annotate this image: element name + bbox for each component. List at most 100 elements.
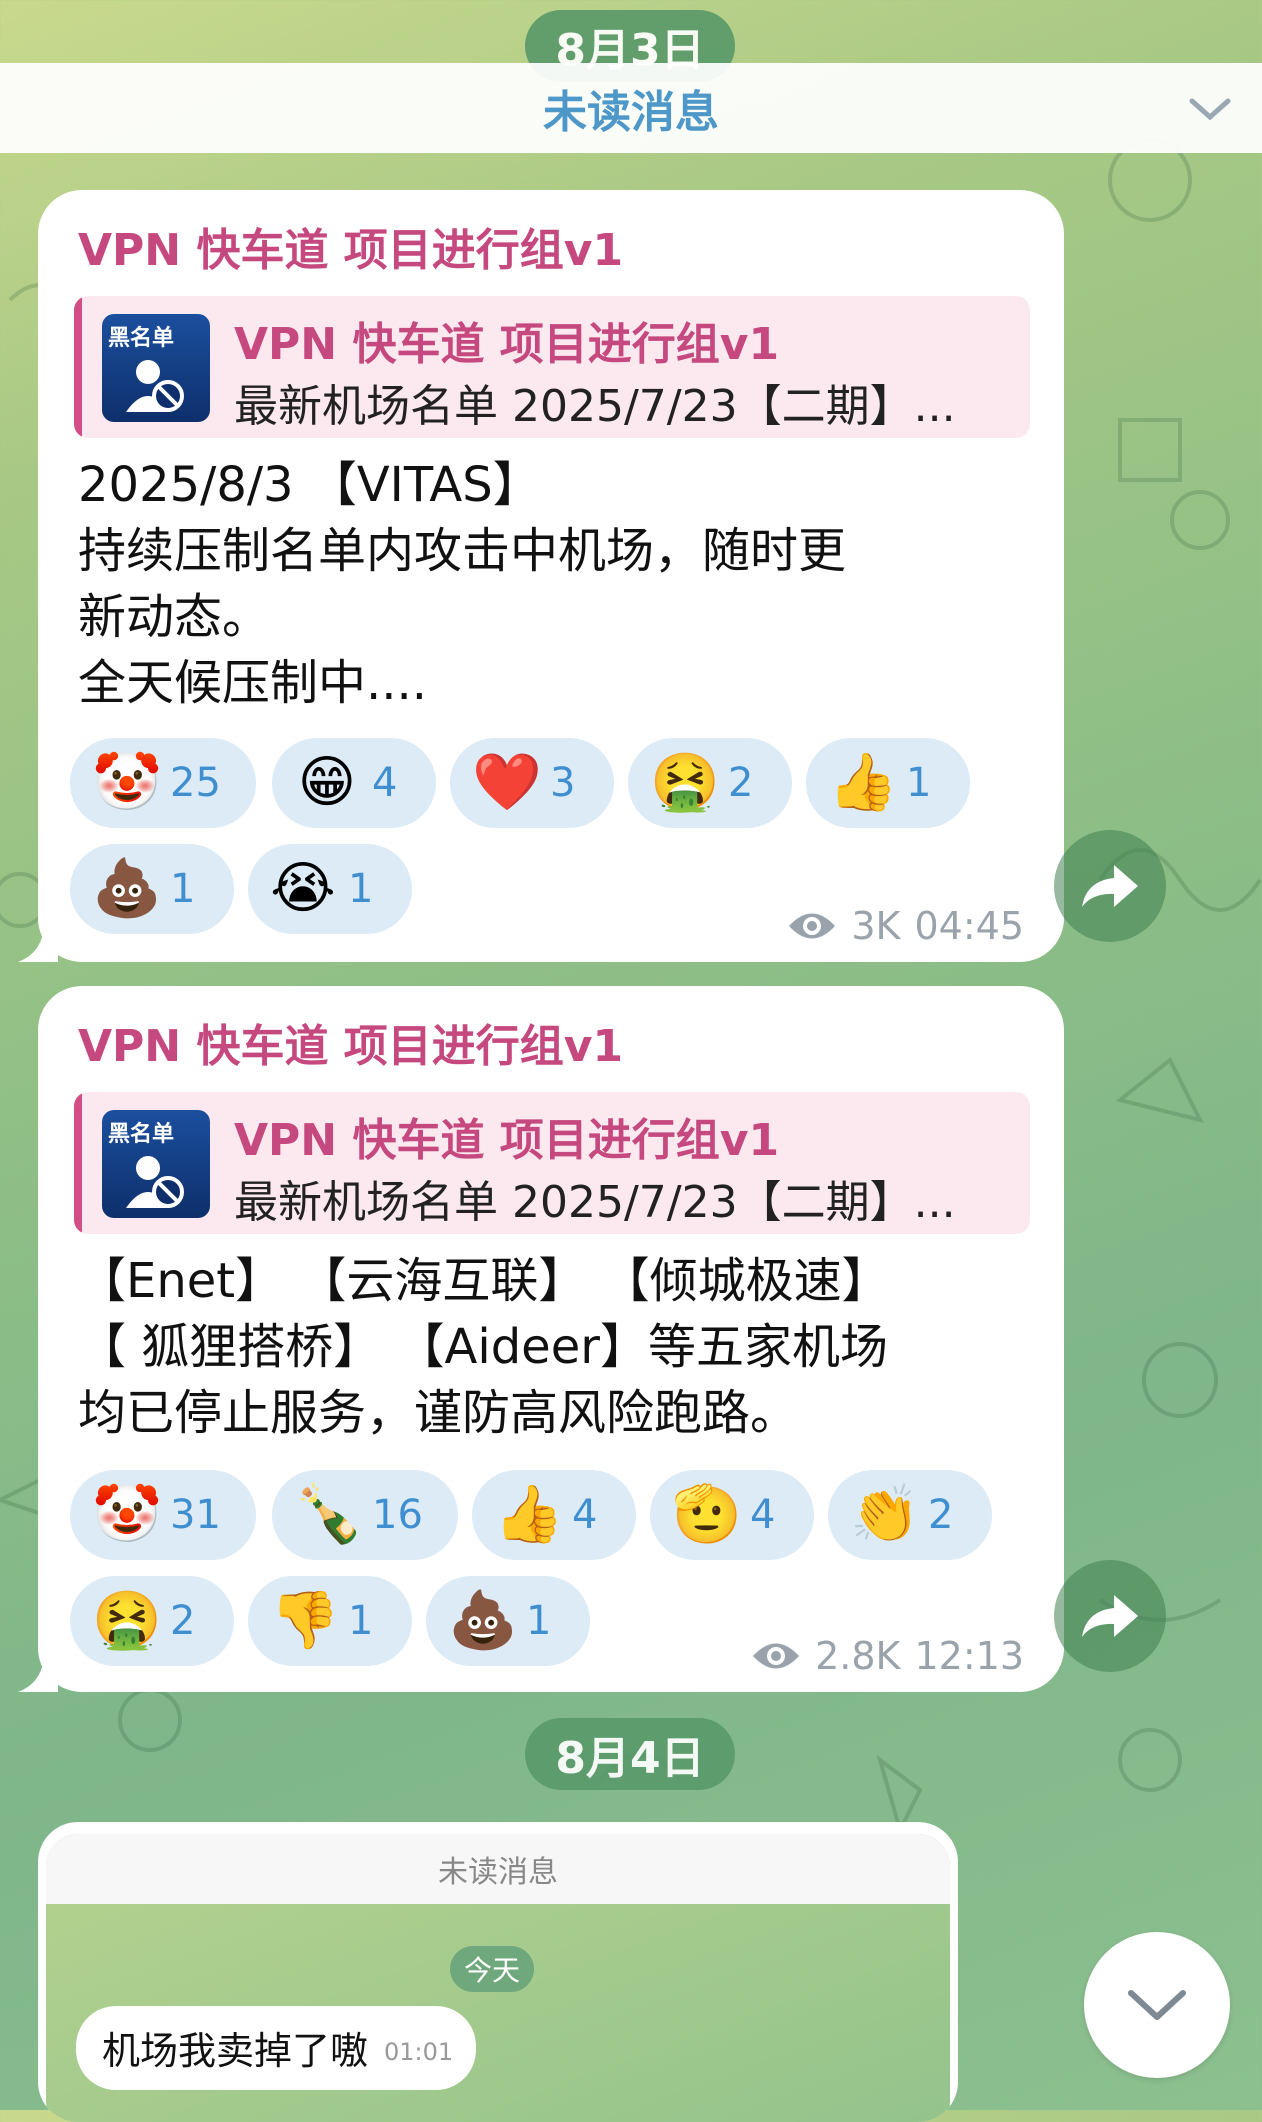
bubble-tail [18, 922, 58, 962]
reaction-chip[interactable]: 🤡 25 [70, 738, 256, 828]
date-label: 8月4日 [555, 1733, 705, 1784]
quote-thumbnail: 黑名单 [102, 314, 210, 422]
message-time: 04:45 [914, 904, 1024, 948]
date-separator: 8月4日 [525, 1718, 735, 1790]
reaction-chip[interactable]: 👎 1 [248, 1576, 412, 1666]
reaction-count: 4 [372, 760, 398, 806]
quote-sender: VPN 快车道 项目进行组v1 [234, 1115, 780, 1166]
text-line: 【Enet】 【云海互联】 【倾城极速】 [78, 1253, 890, 1309]
vomit-emoji-icon: 🤮 [650, 750, 720, 815]
text-line: 2025/8/3 【VITAS】 [78, 457, 541, 513]
quote-bar [74, 1092, 82, 1234]
reaction-count: 1 [906, 760, 932, 806]
text-line: 持续压制名单内攻击中机场，随时更 [78, 523, 847, 579]
eye-icon [789, 913, 836, 939]
reaction-count: 4 [750, 1492, 776, 1538]
reply-quote[interactable]: 黑名单 VPN 快车道 项目进行组v1 最新机场名单 2025/7/23【二期】… [74, 1092, 1030, 1234]
clown-emoji-icon: 🤡 [92, 750, 162, 815]
chevron-down-icon [1128, 1990, 1186, 2020]
heart-emoji-icon: ❤️ [472, 750, 542, 815]
quote-text: 最新机场名单 2025/7/23【二期】... [234, 381, 956, 432]
image-message[interactable]: 未读消息 今天 机场我卖掉了嗷 01:01 [38, 1822, 958, 2122]
text-line: 均已停止服务，谨防高风险跑路。 [78, 1385, 799, 1441]
poop-emoji-icon: 💩 [448, 1588, 518, 1653]
text-line: 全天候压制中.... [78, 655, 428, 711]
clapping-emoji-icon: 👏 [850, 1482, 920, 1547]
thumbnail-label: 黑名单 [108, 1122, 175, 1147]
forward-arrow-icon [1082, 865, 1138, 907]
reaction-count: 2 [928, 1492, 954, 1538]
crying-emoji-icon: 😭 [270, 856, 336, 921]
sender-name[interactable]: VPN 快车道 项目进行组v1 [78, 1010, 623, 1074]
grin-emoji-icon: 😁 [297, 750, 357, 815]
reaction-count: 1 [348, 866, 374, 912]
user-blocked-icon [126, 1156, 184, 1208]
message-meta: 3K 04:45 [787, 904, 1024, 948]
reaction-count: 1 [526, 1598, 552, 1644]
unread-label: 未读消息 [543, 87, 719, 138]
message-bubble[interactable]: VPN 快车道 项目进行组v1 黑名单 VPN 快车道 项目进行组v1 最新机场… [18, 986, 1064, 1692]
bubble-tail [18, 1652, 58, 1692]
forward-button[interactable] [1054, 1560, 1166, 1672]
reaction-chip[interactable]: 👍 4 [472, 1470, 636, 1560]
reaction-chip[interactable]: 🫡 4 [650, 1470, 814, 1560]
screenshot-message-text: 机场我卖掉了嗷 [102, 2029, 369, 2073]
forward-arrow-icon [1082, 1595, 1138, 1637]
thumbs-down-emoji-icon: 👎 [270, 1588, 340, 1653]
reaction-count: 1 [170, 866, 196, 912]
reaction-chip[interactable]: ❤️ 3 [450, 738, 614, 828]
text-line: 新动态。 [78, 589, 271, 645]
screenshot-image: 未读消息 今天 机场我卖掉了嗷 01:01 [46, 1834, 950, 2122]
reaction-chip[interactable]: 🤮 2 [70, 1576, 234, 1666]
forward-button[interactable] [1054, 830, 1166, 942]
view-count: 2.8K [815, 1634, 901, 1678]
quote-text: 最新机场名单 2025/7/23【二期】... [234, 1177, 956, 1228]
reaction-chip[interactable]: 💩 1 [70, 844, 234, 934]
reaction-chip[interactable]: 😁 4 [272, 738, 436, 828]
scroll-down-button[interactable] [1084, 1932, 1230, 2078]
screenshot-unread-bar: 未读消息 [46, 1834, 950, 1904]
reaction-count: 16 [372, 1492, 423, 1538]
reply-quote[interactable]: 黑名单 VPN 快车道 项目进行组v1 最新机场名单 2025/7/23【二期】… [74, 296, 1030, 438]
sender-name[interactable]: VPN 快车道 项目进行组v1 [78, 214, 623, 278]
screenshot-message-bubble: 机场我卖掉了嗷 01:01 [76, 2006, 476, 2090]
poop-emoji-icon: 💩 [92, 856, 162, 921]
reaction-count: 25 [170, 760, 221, 806]
quote-thumbnail: 黑名单 [102, 1110, 210, 1218]
thumbs-up-emoji-icon: 👍 [494, 1482, 564, 1547]
text-line: 【 狐狸搭桥】 【Aideer】等五家机场 [78, 1319, 888, 1375]
salute-emoji-icon: 🫡 [672, 1482, 742, 1547]
message-time: 12:13 [914, 1634, 1024, 1678]
message-text: 【Enet】 【云海互联】 【倾城极速】 【 狐狸搭桥】 【Aideer】等五家… [78, 1248, 1038, 1446]
quote-bar [74, 296, 82, 438]
reaction-chip[interactable]: 🍾 16 [272, 1470, 458, 1560]
reaction-count: 3 [550, 760, 576, 806]
user-blocked-icon [126, 360, 184, 412]
reaction-count: 4 [572, 1492, 598, 1538]
reaction-count: 1 [348, 1598, 374, 1644]
message-text: 2025/8/3 【VITAS】 持续压制名单内攻击中机场，随时更 新动态。 全… [78, 452, 1038, 716]
message-bubble[interactable]: VPN 快车道 项目进行组v1 黑名单 VPN 快车道 项目进行组v1 最新机场… [18, 190, 1064, 962]
champagne-emoji-icon: 🍾 [294, 1482, 364, 1547]
chevron-down-icon[interactable] [1186, 85, 1234, 133]
eye-icon [753, 1643, 800, 1669]
message-meta: 2.8K 12:13 [751, 1634, 1024, 1678]
reaction-chip[interactable]: 💩 1 [426, 1576, 590, 1666]
reaction-chip[interactable]: 👍 1 [806, 738, 970, 828]
unread-messages-bar[interactable]: 未读消息 [0, 63, 1262, 153]
screenshot-date-pill: 今天 [450, 1946, 534, 1992]
reaction-chip[interactable]: 🤡 31 [70, 1470, 256, 1560]
reaction-count: 2 [170, 1598, 196, 1644]
thumbnail-label: 黑名单 [108, 326, 175, 351]
clown-emoji-icon: 🤡 [92, 1482, 162, 1547]
reaction-chip[interactable]: 🤮 2 [628, 738, 792, 828]
screenshot-unread-label: 未读消息 [438, 1855, 558, 1890]
reaction-count: 31 [170, 1492, 221, 1538]
screenshot-message-time: 01:01 [384, 2038, 454, 2066]
thumbs-up-emoji-icon: 👍 [828, 750, 898, 815]
reaction-count: 2 [728, 760, 754, 806]
view-count: 3K [851, 904, 901, 948]
reaction-chip[interactable]: 😭 1 [248, 844, 412, 934]
reaction-chip[interactable]: 👏 2 [828, 1470, 992, 1560]
vomit-emoji-icon: 🤮 [92, 1588, 162, 1653]
